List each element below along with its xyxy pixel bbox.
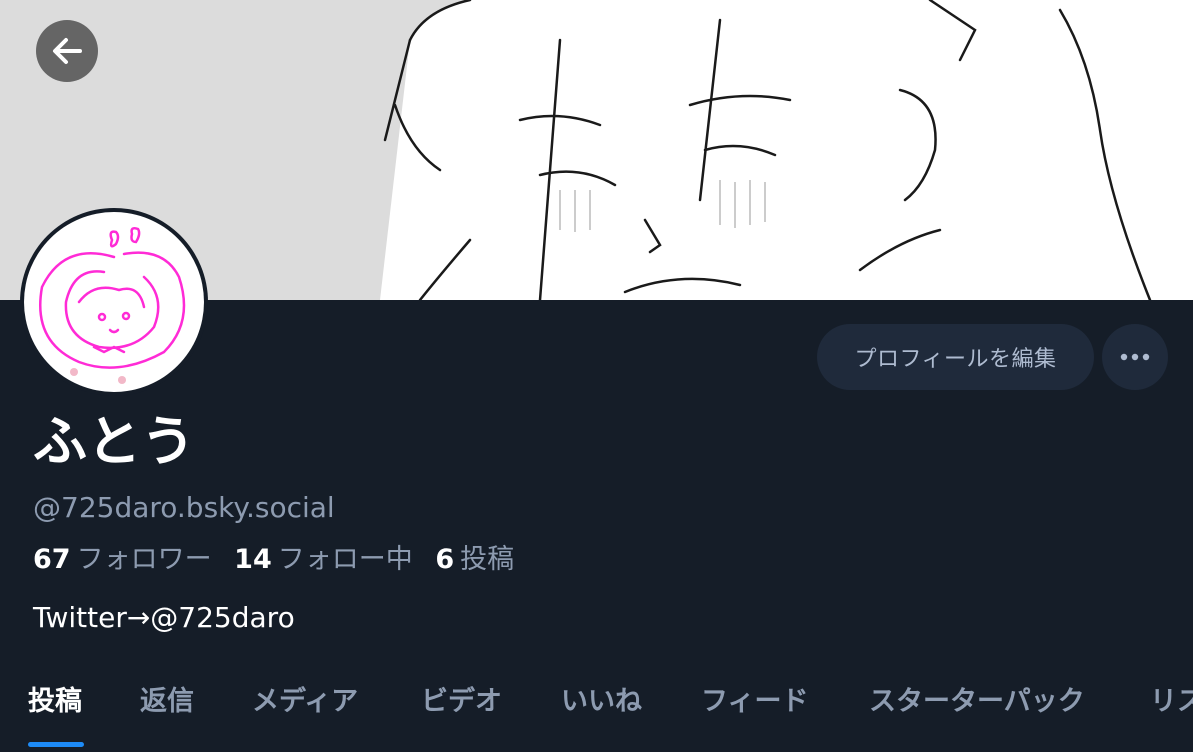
following-link[interactable]: 14 フォロー中 xyxy=(234,544,435,575)
arrow-left-icon xyxy=(53,38,82,64)
edit-profile-button[interactable]: プロフィールを編集 xyxy=(817,324,1094,390)
followers-link[interactable]: 67 フォロワー xyxy=(33,544,234,575)
following-count: 14 xyxy=(234,544,272,575)
tab-media[interactable]: メディア xyxy=(252,684,358,720)
following-label: フォロー中 xyxy=(277,544,413,575)
more-options-button[interactable] xyxy=(1102,324,1168,390)
tab-feeds[interactable]: フィード xyxy=(701,684,808,720)
tab-likes[interactable]: いいね xyxy=(561,684,642,720)
profile-tabs: 投稿 返信 メディア ビデオ いいね フィード スターターパック リス xyxy=(0,670,1193,750)
active-tab-indicator xyxy=(28,742,84,747)
tab-replies[interactable]: 返信 xyxy=(140,684,194,720)
tab-posts[interactable]: 投稿 xyxy=(28,684,82,720)
profile-bio: Twitter→@725daro xyxy=(33,601,295,634)
avatar-image xyxy=(24,212,204,392)
tab-starter-packs[interactable]: スターターパック xyxy=(869,684,1085,720)
profile-stats: 67 フォロワー 14 フォロー中 6 投稿 xyxy=(33,542,528,578)
posts-count: 6 xyxy=(435,544,455,575)
tab-videos[interactable]: ビデオ xyxy=(421,684,502,720)
followers-label: フォロワー xyxy=(76,544,212,575)
posts-label: 投稿 xyxy=(460,544,515,575)
profile-handle: @725daro.bsky.social xyxy=(33,491,335,524)
back-button[interactable] xyxy=(36,20,98,82)
display-name: ふとう xyxy=(33,410,195,473)
followers-count: 67 xyxy=(33,544,71,575)
ellipsis-icon xyxy=(1120,353,1150,361)
avatar[interactable] xyxy=(20,208,208,396)
edit-profile-label: プロフィールを編集 xyxy=(854,347,1057,372)
tab-lists[interactable]: リス xyxy=(1150,684,1193,720)
posts-stat: 6 投稿 xyxy=(435,544,528,575)
